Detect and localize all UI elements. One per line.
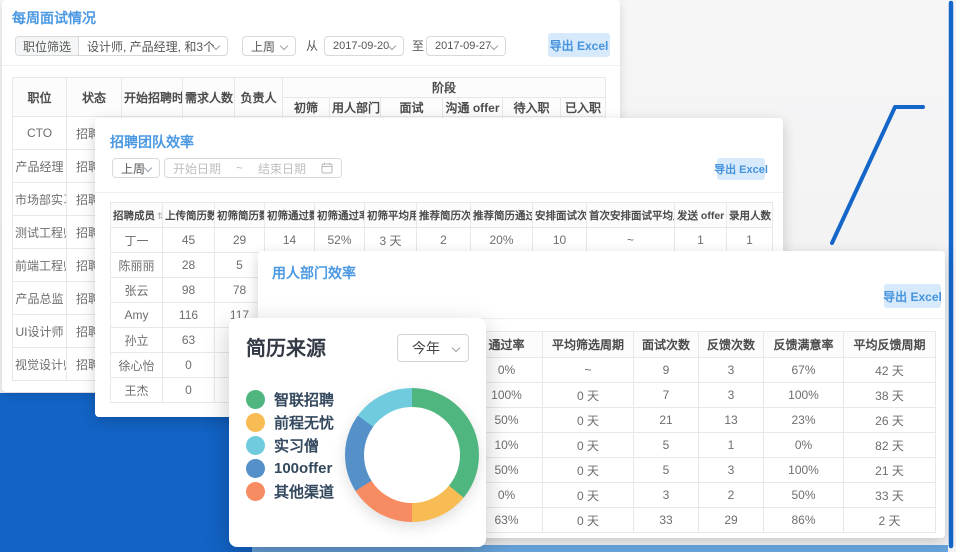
- team-card-title: 招聘团队效率: [110, 132, 194, 152]
- column-header: 推荐简历次数: [417, 203, 471, 228]
- table-row: 63%0 天332986%2 天: [471, 508, 936, 533]
- column-header: 初筛通过数: [265, 203, 315, 228]
- column-header: 待入职: [503, 98, 561, 117]
- dept-card-title: 用人部门效率: [272, 263, 356, 283]
- header-divider: [95, 192, 783, 193]
- source-period-select[interactable]: 今年: [397, 334, 469, 362]
- column-header: 反馈次数: [699, 332, 764, 358]
- column-header: 用人部门筛选: [330, 98, 381, 117]
- period-value: 上周: [243, 38, 283, 55]
- column-header: 平均反馈周期: [844, 332, 936, 358]
- column-header: 录用人数: [727, 203, 773, 228]
- legend-item[interactable]: 智联招聘: [246, 390, 334, 409]
- column-header: 沟通 offer: [443, 98, 503, 117]
- column-header: 开始招聘时间: [122, 78, 183, 117]
- legend-dot: [246, 459, 265, 478]
- export-excel-button[interactable]: 导出 Excel: [717, 158, 765, 180]
- date-to-value: 2017-09-27: [427, 40, 499, 52]
- column-header: 初筛通过率: [315, 203, 365, 228]
- date-range-input[interactable]: 开始日期 ~ 结束日期: [164, 158, 342, 178]
- table-row: 100%0 天73100%38 天: [471, 383, 936, 408]
- column-header: 安排面试次数: [533, 203, 587, 228]
- from-label: 从: [306, 36, 318, 56]
- column-header: 初筛: [283, 98, 330, 117]
- column-header: 已入职: [561, 98, 606, 117]
- legend-dot: [246, 413, 265, 432]
- column-header[interactable]: 招聘成员⇅: [111, 203, 163, 228]
- date-from-value: 2017-09-20: [325, 40, 397, 52]
- column-header: 首次安排面试平均用时: [587, 203, 675, 228]
- table-row: 50%0 天211323%26 天: [471, 408, 936, 433]
- table-row: 50%0 天53100%21 天: [471, 458, 936, 483]
- table-row: 丁一45291452%3 天220%10~11: [111, 228, 773, 253]
- column-header: 职位: [13, 78, 67, 117]
- column-header: 需求人数: [183, 78, 235, 117]
- column-header: 推荐简历通过率: [471, 203, 533, 228]
- stage-group-header: 阶段: [283, 78, 606, 98]
- column-header: 发送 offer 数量: [675, 203, 727, 228]
- column-header: 平均筛选周期: [543, 332, 634, 358]
- period-select[interactable]: 上周: [242, 36, 296, 56]
- team-period-select[interactable]: 上周: [112, 158, 160, 178]
- start-date-placeholder: 开始日期: [173, 160, 221, 177]
- header-divider: [2, 65, 620, 66]
- to-label: 至: [412, 36, 424, 56]
- weekly-card-title: 每周面试情况: [12, 8, 96, 28]
- table-row: 0%0 天3250%33 天: [471, 483, 936, 508]
- legend-item[interactable]: 其他渠道: [246, 482, 334, 501]
- legend-dot: [246, 390, 265, 409]
- column-header: 初筛简历数: [215, 203, 265, 228]
- column-header: 面试: [381, 98, 443, 117]
- column-header: 面试次数: [634, 332, 699, 358]
- column-header: 反馈满意率: [764, 332, 844, 358]
- donut-hole: [364, 407, 460, 503]
- resume-source-card: 简历来源 今年 智联招聘前程无忧实习僧 100offer 其他渠道: [229, 318, 486, 547]
- hiring-department-table: 通过率平均筛选周期面试次数反馈次数反馈满意率平均反馈周期 0%~9367%42 …: [470, 331, 936, 533]
- position-filter-value: 设计师, 产品经理, 和3个其他职位: [79, 38, 214, 55]
- legend-dot: [246, 436, 265, 455]
- dashboard-screen: 每周面试情况 职位筛选 设计师, 产品经理, 和3个其他职位 上周 从 2017…: [0, 0, 956, 552]
- legend-label: 前程无忧: [274, 412, 334, 433]
- column-header: 初筛平均用时: [365, 203, 417, 228]
- legend-label: 实习僧: [274, 435, 319, 456]
- legend-item[interactable]: 前程无忧: [246, 413, 334, 432]
- position-filter-label: 职位筛选: [16, 37, 79, 55]
- source-period-value: 今年: [412, 338, 440, 358]
- end-date-placeholder: 结束日期: [258, 160, 306, 177]
- legend-label: 100offer: [274, 460, 332, 477]
- chevron-down-icon: [452, 344, 460, 352]
- export-excel-button[interactable]: 导出 Excel: [884, 284, 941, 308]
- position-filter-select[interactable]: 职位筛选 设计师, 产品经理, 和3个其他职位: [15, 36, 228, 56]
- legend-item[interactable]: 100offer: [246, 459, 334, 478]
- table-row: 10%0 天510%82 天: [471, 433, 936, 458]
- resume-source-title: 简历来源: [246, 332, 326, 361]
- range-separator: ~: [236, 161, 243, 175]
- legend-label: 智联招聘: [274, 389, 334, 410]
- sort-icon[interactable]: ⇅: [157, 211, 163, 221]
- resume-source-donut[interactable]: [345, 388, 479, 522]
- export-excel-button[interactable]: 导出 Excel: [548, 33, 610, 57]
- column-header: 负责人: [235, 78, 283, 117]
- legend-dot: [246, 482, 265, 501]
- table-row: 0%~9367%42 天: [471, 358, 936, 383]
- date-from-select[interactable]: 2017-09-20: [324, 36, 404, 56]
- legend-item[interactable]: 实习僧: [246, 436, 334, 455]
- legend-label: 其他渠道: [274, 481, 334, 502]
- column-header: 上传简历数: [163, 203, 215, 228]
- source-legend: 智联招聘前程无忧实习僧 100offer 其他渠道: [246, 390, 334, 505]
- calendar-icon: [321, 162, 333, 174]
- column-header: 状态: [67, 78, 122, 117]
- date-to-select[interactable]: 2017-09-27: [426, 36, 506, 56]
